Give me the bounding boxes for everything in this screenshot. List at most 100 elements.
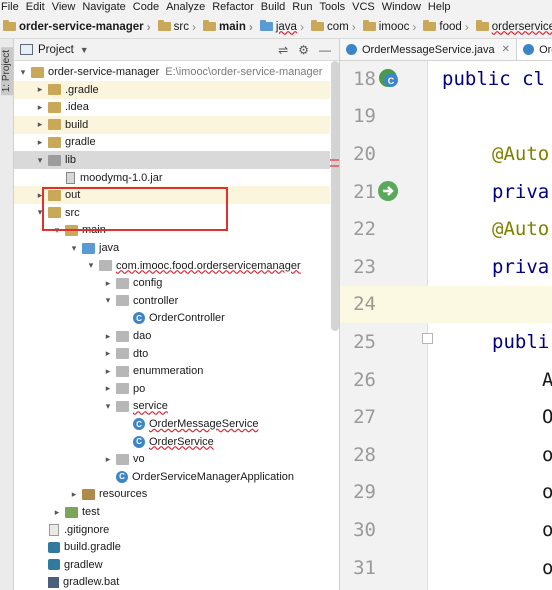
chevron-right-icon[interactable]: ▸ [103,366,113,377]
tree-row[interactable]: build.gradle [14,538,330,556]
folder-icon [48,119,61,131]
gear-icon[interactable]: ⚙ [298,43,309,57]
chevron-right-icon[interactable]: ▸ [35,137,45,148]
tree-row[interactable]: ▾ service [14,397,330,415]
tree-row[interactable]: ▸ resources [14,485,330,503]
tree-row[interactable]: ▸ dao [14,327,330,345]
tree-row[interactable]: ▸ test [14,503,330,521]
breadcrumb-item[interactable]: main › [200,20,257,34]
tree-row[interactable]: C OrderMessageService [14,415,330,433]
class-icon[interactable]: C [376,66,400,90]
tree-row[interactable]: C OrderServiceManagerApplication [14,468,330,486]
hide-icon[interactable]: — [319,43,331,57]
line-number: 29 [353,481,376,504]
tree-item-label: config [133,277,163,290]
tree-row[interactable]: moodymq-1.0.jar [14,169,330,187]
menu-navigate[interactable]: Navigate [78,0,128,15]
breadcrumb-label: imooc [378,20,410,33]
breadcrumb-item[interactable]: java › [257,20,308,34]
chevron-right-icon[interactable]: ▸ [103,278,113,289]
code-line: 24 [340,285,552,324]
menu-vcs[interactable]: VCS [348,0,378,15]
code-line: 23 priva [340,248,552,286]
chevron-right-icon[interactable]: ▸ [52,507,62,518]
breadcrumb-item[interactable]: src › [155,20,200,34]
tree-row[interactable]: C OrderController [14,309,330,327]
menu-code[interactable]: Code [129,0,162,15]
tree-row[interactable]: ▸ enummeration [14,362,330,380]
chevron-down-icon[interactable]: ▾ [69,243,79,254]
tree-row[interactable]: ▸ .idea [14,98,330,116]
tree-row[interactable]: ▸ .gradle [14,80,330,99]
tree-row[interactable]: ▾ order-service-manager E:\imooc\order-ser… [14,63,330,81]
breadcrumb-item[interactable]: imooc › [360,20,421,34]
tree-row[interactable]: ▾ java [14,239,330,257]
chevron-down-icon[interactable]: ▾ [103,295,113,306]
code-text: publi [492,330,550,353]
tree-row[interactable]: ▸ po [14,380,330,398]
menu-run[interactable]: Run [288,0,315,15]
menu-analyze[interactable]: Analyze [162,0,208,15]
fold-marker-icon[interactable] [422,333,433,345]
code-line: 20 @Auto [340,135,552,173]
breadcrumb-item[interactable]: com › [308,20,360,34]
tree-row[interactable]: ▾ lib [14,151,330,169]
tree-row[interactable]: ▸ vo [14,450,330,468]
breadcrumb-item[interactable]: food › [420,20,472,34]
tree-row[interactable]: ▸ out [14,186,330,205]
breadcrumb-item[interactable]: order-service-manager › [0,20,155,34]
tree-row[interactable]: ▾ src [14,204,330,222]
menu-edit[interactable]: Edit [22,0,48,15]
chevron-right-icon[interactable]: ▸ [35,84,45,95]
chevron-down-icon[interactable]: ▾ [35,207,45,218]
breadcrumb-item[interactable]: orderservicemanag [473,20,552,33]
breadcrumb-separator-icon: › [351,19,356,34]
chevron-right-icon[interactable]: ▸ [35,102,45,113]
tree-row[interactable]: C OrderService [14,433,330,451]
menu-file[interactable]: File [0,0,22,15]
breadcrumb-label: src [173,20,189,33]
tree-item-label: test [82,506,100,518]
tree-item-label: out [65,189,81,202]
tree-row[interactable]: gradlew [14,556,330,574]
chevron-right-icon[interactable]: ▸ [103,331,113,342]
close-icon[interactable]: ✕ [502,44,510,55]
project-view-selector[interactable]: Project [38,44,74,56]
chevron-right-icon[interactable]: ▸ [35,119,45,130]
editor-tab[interactable]: Orde [517,39,552,60]
tree-row[interactable]: ▸ build [14,115,330,134]
chevron-down-icon[interactable]: ▾ [18,67,28,78]
menu-view[interactable]: View [48,0,79,15]
chevron-right-icon[interactable]: ▸ [69,489,79,500]
tree-row[interactable]: ▾ main [14,221,330,239]
chevron-down-icon[interactable]: ▾ [103,401,113,412]
chevron-down-icon[interactable]: ▼ [80,45,89,55]
chevron-right-icon[interactable]: ▸ [103,454,113,465]
menu-window[interactable]: Window [378,0,424,15]
menu-tools[interactable]: Tools [315,0,348,15]
menu-refactor[interactable]: Refactor [208,0,257,15]
gradle-icon [48,559,60,571]
tree-row[interactable]: gradlew.bat [14,573,330,590]
bean-icon[interactable] [376,179,400,203]
chevron-down-icon[interactable]: ▾ [52,225,62,236]
menu-build[interactable]: Build [257,0,288,15]
chevron-right-icon[interactable]: ▸ [103,348,113,359]
tree-row[interactable]: ▸ dto [14,345,330,363]
project-tool-button[interactable]: 1: Project [1,47,13,96]
code-editor[interactable]: OrderMessageService.java ✕ Orde 18 public c… [340,39,552,590]
chevron-right-icon[interactable]: ▸ [35,190,45,201]
project-scrollbar[interactable] [331,61,339,331]
chevron-right-icon[interactable]: ▸ [103,383,113,394]
class-icon: C [116,470,128,483]
menu-help[interactable]: Help [424,0,454,15]
folder-icon [48,136,61,148]
tree-row[interactable]: ▾ com.imooc.food.orderservicemanager [14,257,330,275]
chevron-down-icon[interactable]: ▾ [86,260,96,271]
editor-tab[interactable]: OrderMessageService.java ✕ [340,39,518,60]
chevron-down-icon[interactable]: ▾ [35,155,45,166]
line-number: 20 [353,142,376,165]
collapse-all-icon[interactable]: ⇌ [278,43,288,57]
tree-row[interactable]: ▸ gradle [14,133,330,151]
tree-row[interactable]: .gitignore [14,521,330,539]
